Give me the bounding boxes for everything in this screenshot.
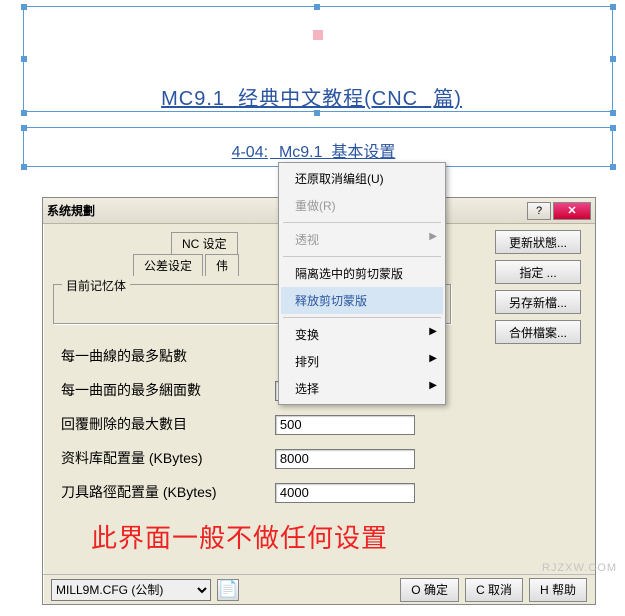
config-file-select[interactable]: MILL9M.CFG (公制) bbox=[51, 579, 211, 601]
ok-button[interactable]: O 确定 bbox=[400, 578, 459, 602]
help-button-footer[interactable]: H 帮助 bbox=[529, 578, 587, 602]
cancel-button[interactable]: C 取消 bbox=[465, 578, 523, 602]
submenu-arrow-icon: ▶ bbox=[429, 326, 437, 337]
selection-handle[interactable] bbox=[21, 164, 27, 170]
submenu-arrow-icon: ▶ bbox=[429, 380, 437, 391]
submenu-arrow-icon: ▶ bbox=[429, 231, 437, 242]
menu-isolate[interactable]: 隔离选中的剪切蒙版 bbox=[281, 260, 443, 287]
menu-perspective: 透视▶ bbox=[281, 226, 443, 253]
selection-handle[interactable] bbox=[21, 4, 27, 10]
selection-handle[interactable] bbox=[610, 110, 616, 116]
menu-select[interactable]: 选择▶ bbox=[281, 375, 443, 402]
selection-handle[interactable] bbox=[21, 125, 27, 131]
menu-separator bbox=[283, 222, 441, 223]
watermark: RJZXW.COM bbox=[542, 562, 617, 574]
red-annotation: 此界面一般不做任何设置 bbox=[91, 518, 388, 555]
anchor-point[interactable] bbox=[313, 30, 323, 40]
selection-handle[interactable] bbox=[610, 164, 616, 170]
merge-file-button[interactable]: 合併檔案... bbox=[495, 320, 581, 344]
menu-separator bbox=[283, 317, 441, 318]
browse-icon[interactable]: 📄 bbox=[217, 579, 239, 601]
selection-handle[interactable] bbox=[610, 4, 616, 10]
save-as-button[interactable]: 另存新檔... bbox=[495, 290, 581, 314]
side-buttons: 更新狀態... 指定 ... 另存新檔... 合併檔案... bbox=[495, 230, 581, 350]
close-button[interactable]: ✕ bbox=[553, 202, 591, 220]
selection-handle[interactable] bbox=[21, 56, 27, 62]
toolpath-alloc-input[interactable] bbox=[275, 483, 415, 503]
help-button[interactable]: ? bbox=[527, 202, 551, 220]
submenu-arrow-icon: ▶ bbox=[429, 353, 437, 364]
selection-handle[interactable] bbox=[610, 125, 616, 131]
selection-handle[interactable] bbox=[610, 56, 616, 62]
undo-max-input[interactable] bbox=[275, 415, 415, 435]
menu-release-clip-mask[interactable]: 释放剪切蒙版 bbox=[281, 287, 443, 314]
menu-transform[interactable]: 变换▶ bbox=[281, 321, 443, 348]
menu-redo: 重做(R) bbox=[281, 192, 443, 219]
tab-other[interactable]: 伟 bbox=[205, 254, 239, 276]
menu-arrange[interactable]: 排列▶ bbox=[281, 348, 443, 375]
update-status-button[interactable]: 更新狀態... bbox=[495, 230, 581, 254]
menu-undo-group[interactable]: 还原取消编组(U) bbox=[281, 165, 443, 192]
row-db-alloc: 资料库配置量 (KBytes) bbox=[61, 448, 415, 468]
selection-handle[interactable] bbox=[21, 110, 27, 116]
window-title: 系统規劃 bbox=[47, 202, 95, 219]
row-undo-max: 回覆刪除的最大數目 bbox=[61, 414, 415, 434]
assign-button[interactable]: 指定 ... bbox=[495, 260, 581, 284]
tab-nc[interactable]: NC 设定 bbox=[171, 232, 238, 254]
row-toolpath-alloc: 刀具路徑配置量 (KBytes) bbox=[61, 482, 415, 502]
db-alloc-input[interactable] bbox=[275, 449, 415, 469]
selection-handle[interactable] bbox=[314, 4, 320, 10]
menu-separator bbox=[283, 256, 441, 257]
group-label: 目前记忆体 bbox=[62, 277, 130, 294]
context-menu: 还原取消编组(U) 重做(R) 透视▶ 隔离选中的剪切蒙版 释放剪切蒙版 变换▶… bbox=[278, 162, 446, 405]
tab-tolerance[interactable]: 公差设定 bbox=[133, 254, 203, 276]
document-subtitle: 4-04: Mc9.1 基本设置 bbox=[230, 138, 396, 162]
document-title: MC9.1 经典中文教程(CNC 篇) bbox=[161, 82, 464, 111]
